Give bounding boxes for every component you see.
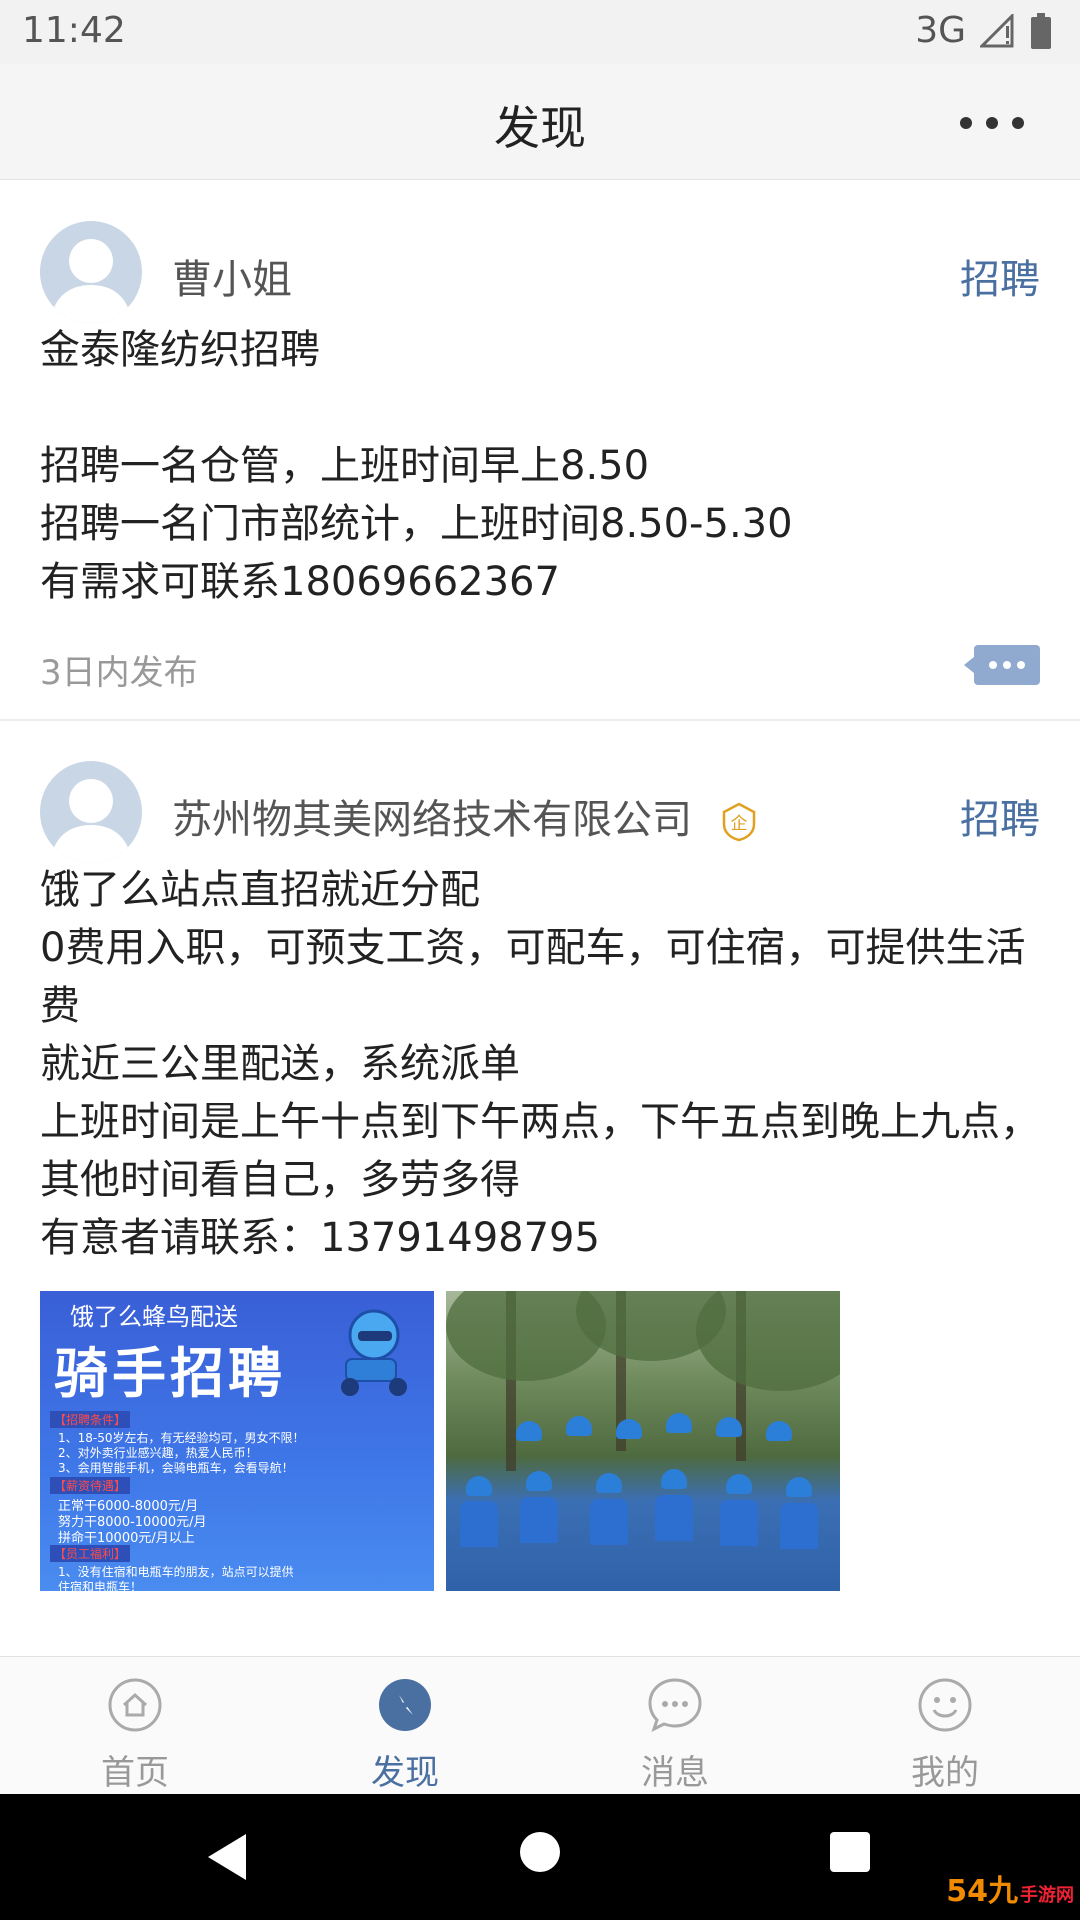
poster-section: 【招聘条件】 [50, 1411, 131, 1428]
post-line: 金泰隆纺织招聘 [40, 327, 320, 373]
smiley-icon [918, 1678, 972, 1732]
post-line: 招聘一名仓管，上班时间早上8.50 [40, 443, 650, 489]
post-line: 有意者请联系：13791498795 [40, 1215, 600, 1261]
post-category-tag[interactable]: 招聘 [960, 247, 1040, 305]
avatar[interactable] [40, 221, 142, 323]
rider-team-photo[interactable] [446, 1291, 840, 1591]
post-header: 苏州物其美网络技术有限公司 企 招聘 [40, 721, 1040, 863]
avatar[interactable] [40, 761, 142, 863]
poster-section: 【薪资待遇】 [50, 1477, 131, 1494]
post-line: 就近三公里配送，系统派单 [40, 1041, 520, 1087]
status-indicators: 3G [915, 10, 1052, 51]
post-line [40, 379, 1040, 437]
default-avatar-icon [50, 239, 132, 323]
message-icon [648, 1678, 702, 1732]
post-header: 曹小姐 招聘 [40, 181, 1040, 323]
tab-home[interactable]: 首页 [0, 1657, 270, 1794]
site-watermark: 54九 手游网 [946, 1866, 1074, 1910]
post-content: 饿了么站点直招就近分配 0费用入职，可预支工资，可配车，可住宿，可提供生活 费 … [40, 861, 1040, 1267]
post-images: 饿了么蜂鸟配送 骑手招聘 【招聘条件】 1、18-50岁左右，有无经验均可，男女… [40, 1291, 1040, 1591]
title-bar: 发现 [0, 64, 1080, 180]
post-card[interactable]: 苏州物其美网络技术有限公司 企 招聘 饿了么站点直招就近分配 0费用入职，可预支… [0, 721, 1080, 1591]
watermark-text: 54九 [946, 1874, 1018, 1909]
post-line: 其他时间看自己，多劳多得 [40, 1157, 520, 1203]
battery-icon [1031, 12, 1051, 49]
recruit-poster-image[interactable]: 饿了么蜂鸟配送 骑手招聘 【招聘条件】 1、18-50岁左右，有无经验均可，男女… [40, 1291, 434, 1591]
compass-icon [379, 1679, 431, 1731]
system-nav-bar [0, 1794, 1080, 1920]
tab-label: 我的 [911, 1753, 979, 1793]
poster-title: 骑手招聘 [54, 1341, 286, 1405]
default-avatar-icon [50, 779, 132, 863]
back-icon[interactable] [204, 1832, 250, 1882]
network-type: 3G [915, 10, 966, 51]
post-line: 有需求可联系18069662367 [40, 559, 560, 605]
post-line: 费 [40, 983, 80, 1029]
status-bar: 11:42 3G [0, 0, 1080, 64]
tab-discover[interactable]: 发现 [270, 1657, 540, 1794]
status-time: 11:42 [22, 10, 126, 51]
verified-company-badge-icon: 企 [722, 802, 755, 842]
poster-line: 3、会用智能手机，会骑电瓶车，会看导航！ [58, 1461, 294, 1475]
svg-text:企: 企 [730, 814, 747, 834]
feed: 曹小姐 招聘 金泰隆纺织招聘 招聘一名仓管，上班时间早上8.50 招聘一名门市部… [0, 181, 1080, 1656]
post-author-row: 苏州物其美网络技术有限公司 企 [172, 787, 759, 845]
comment-more-button[interactable] [964, 645, 1040, 685]
post-line: 上班时间是上午十点到下午两点，下午五点到晚上九点， [40, 1099, 1040, 1145]
post-content: 金泰隆纺织招聘 招聘一名仓管，上班时间早上8.50 招聘一名门市部统计，上班时间… [40, 321, 1040, 611]
home-button-icon[interactable] [520, 1832, 560, 1872]
signal-icon [980, 13, 1014, 47]
poster-line: 住宿和电瓶车！ [58, 1580, 143, 1591]
home-icon [108, 1678, 162, 1732]
delivery-rider-icon [341, 1309, 407, 1396]
tab-label: 消息 [641, 1753, 709, 1793]
tab-label: 发现 [371, 1753, 439, 1793]
recent-apps-icon[interactable] [830, 1832, 870, 1872]
page-title: 发现 [494, 101, 586, 155]
poster-section: 【员工福利】 [50, 1545, 131, 1562]
tab-messages[interactable]: 消息 [540, 1657, 810, 1794]
post-card[interactable]: 曹小姐 招聘 金泰隆纺织招聘 招聘一名仓管，上班时间早上8.50 招聘一名门市部… [0, 181, 1080, 721]
post-line: 饿了么站点直招就近分配 [40, 867, 480, 913]
post-author[interactable]: 苏州物其美网络技术有限公司 [172, 797, 692, 843]
poster-subtitle: 饿了么蜂鸟配送 [70, 1303, 238, 1331]
post-time: 3日内发布 [40, 653, 198, 693]
more-dots-icon[interactable] [960, 108, 1024, 138]
post-category-tag[interactable]: 招聘 [960, 787, 1040, 845]
post-footer: 3日内发布 [40, 611, 1040, 719]
poster-line: 拼命干10000元/月以上 [58, 1531, 195, 1546]
post-line: 招聘一名门市部统计，上班时间8.50-5.30 [40, 501, 793, 547]
post-line: 0费用入职，可预支工资，可配车，可住宿，可提供生活 [40, 925, 1026, 971]
watermark-sub: 手游网 [1020, 1885, 1074, 1906]
tab-label: 首页 [101, 1753, 169, 1793]
bottom-nav: 首页 发现 消息 我的 [0, 1656, 1080, 1794]
tab-me[interactable]: 我的 [810, 1657, 1080, 1794]
post-author[interactable]: 曹小姐 [172, 247, 292, 305]
